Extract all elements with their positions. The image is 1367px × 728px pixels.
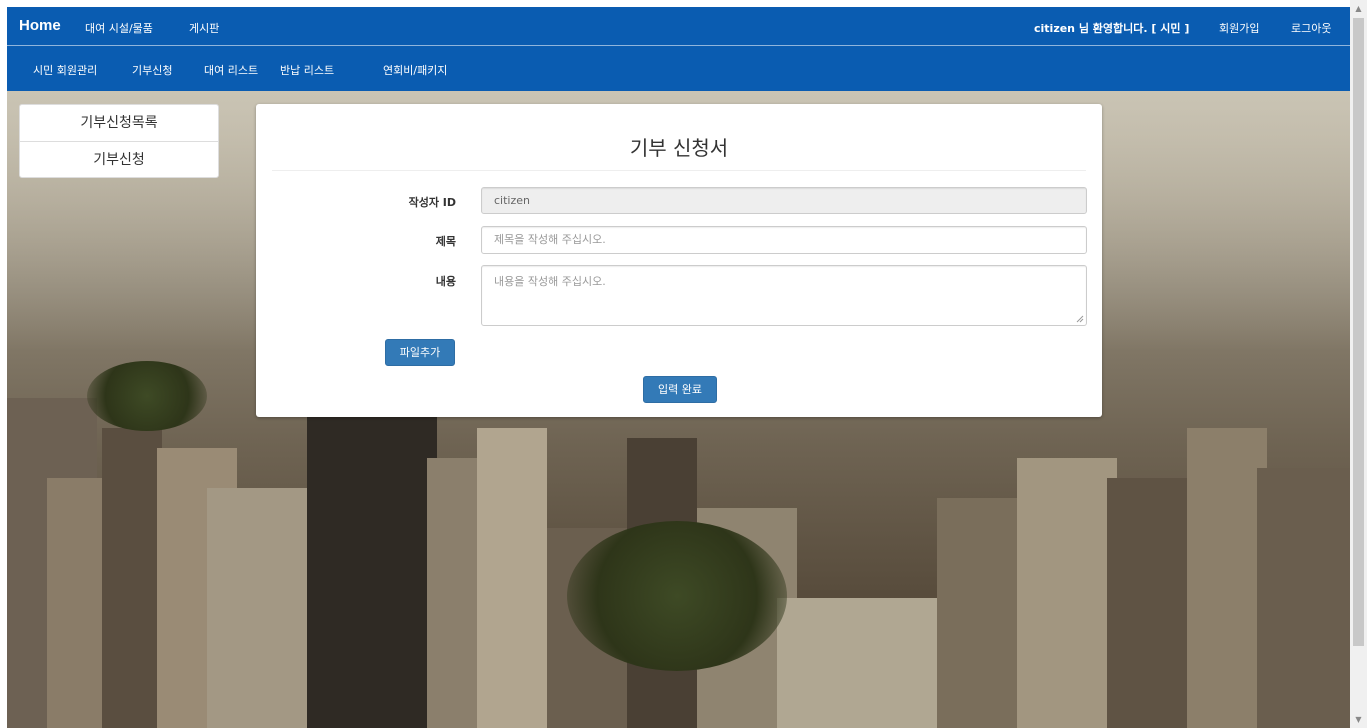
nav-rental-facilities-link[interactable]: 대여 시설/물품 [85, 20, 153, 36]
submit-button[interactable]: 입력 완료 [643, 376, 717, 403]
subject-placeholder: 제목을 작성해 주십시오. [494, 233, 606, 246]
nav-rental-list-link[interactable]: 대여 리스트 [204, 62, 258, 78]
donation-form-panel: 기부 신청서 작성자 ID citizen 제목 제목을 작성해 주십시오. 내… [256, 104, 1102, 417]
logout-link[interactable]: 로그아웃 [1291, 20, 1331, 36]
nav-board-link[interactable]: 게시판 [189, 20, 219, 36]
nav-citizen-member-link[interactable]: 시민 회원관리 [33, 62, 97, 78]
resize-handle-icon[interactable] [1076, 315, 1084, 323]
nav-donation-link[interactable]: 기부신청 [132, 62, 172, 78]
title-divider [272, 170, 1086, 171]
signup-link[interactable]: 회원가입 [1219, 20, 1259, 36]
vertical-scrollbar[interactable]: ▲ ▼ [1350, 0, 1367, 728]
navbar-sub-row: 시민 회원관리 기부신청 대여 리스트 반납 리스트 연회비/패키지 [7, 46, 1350, 91]
navbar-main-row: Home 대여 시설/물품 게시판 citizen 님 환영합니다. [ 시민 … [7, 7, 1350, 46]
scrollbar-thumb[interactable] [1353, 18, 1364, 646]
top-navbar: Home 대여 시설/물품 게시판 citizen 님 환영합니다. [ 시민 … [7, 7, 1350, 91]
sidebar-menu: 기부신청목록 기부신청 [19, 104, 219, 178]
author-id-label: 작성자 ID [408, 196, 456, 209]
form-title: 기부 신청서 [629, 136, 729, 160]
add-file-button[interactable]: 파일추가 [385, 339, 455, 366]
home-link[interactable]: Home [19, 17, 61, 34]
scroll-down-icon[interactable]: ▼ [1350, 711, 1367, 728]
subject-input[interactable]: 제목을 작성해 주십시오. [481, 226, 1087, 254]
author-id-field: citizen [481, 187, 1087, 214]
welcome-message: citizen 님 환영합니다. [ 시민 ] [1034, 22, 1190, 35]
scroll-up-icon[interactable]: ▲ [1350, 0, 1367, 17]
nav-return-list-link[interactable]: 반납 리스트 [280, 62, 334, 78]
sidebar-item-donation-list[interactable]: 기부신청목록 [20, 105, 218, 141]
sidebar-item-donation-apply[interactable]: 기부신청 [20, 141, 218, 178]
content-placeholder: 내용을 작성해 주십시오. [494, 275, 606, 288]
subject-label: 제목 [435, 235, 456, 248]
nav-annual-fee-link[interactable]: 연회비/패키지 [383, 62, 447, 78]
content-label: 내용 [435, 275, 456, 288]
content-textarea[interactable]: 내용을 작성해 주십시오. [481, 265, 1087, 326]
